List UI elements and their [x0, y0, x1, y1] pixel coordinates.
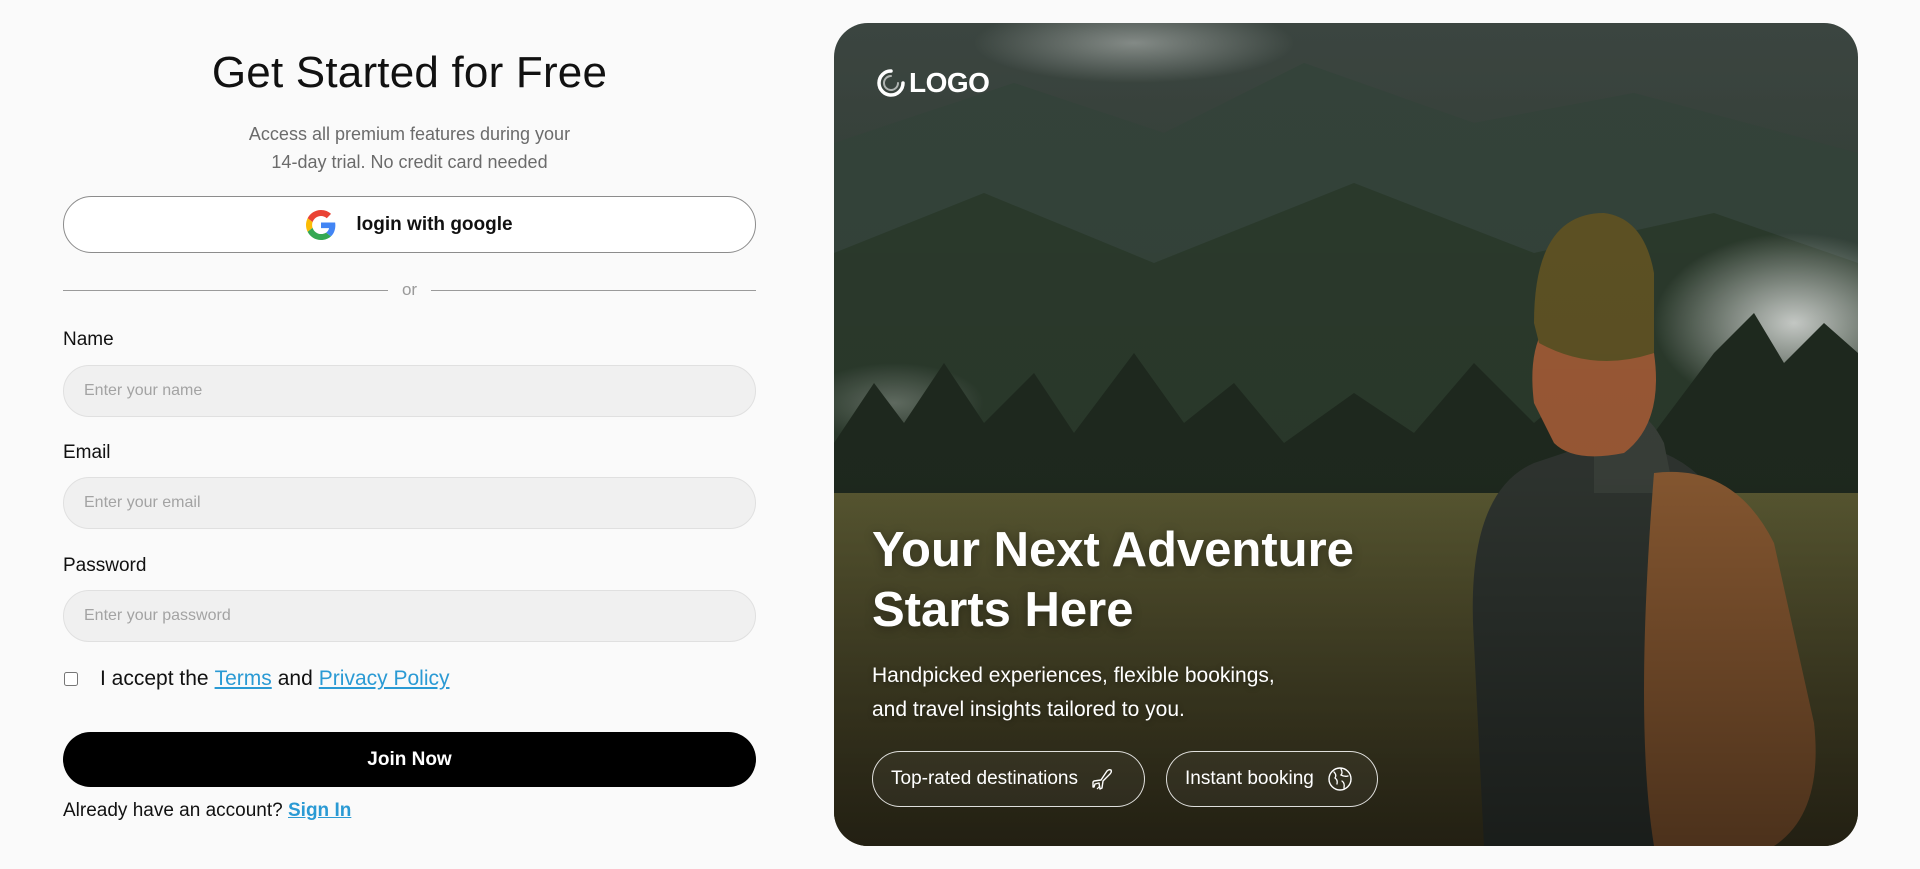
- name-label: Name: [63, 329, 114, 350]
- hero-tagline-line-1: Handpicked experiences, flexible booking…: [872, 664, 1275, 687]
- google-login-button[interactable]: login with google: [63, 196, 756, 253]
- password-label: Password: [63, 555, 147, 576]
- email-label: Email: [63, 442, 111, 463]
- password-input[interactable]: [63, 590, 756, 642]
- hero-headline-line-2: Starts Here: [872, 583, 1134, 637]
- terms-checkbox[interactable]: [64, 672, 78, 686]
- subtitle-line-2: 14-day trial. No credit card needed: [271, 152, 548, 172]
- terms-prefix: I accept the: [100, 667, 209, 690]
- page-title: Get Started for Free: [211, 48, 608, 97]
- email-input[interactable]: [63, 477, 756, 529]
- hero-tagline-line-2: and travel insights tailored to you.: [872, 698, 1185, 721]
- terms-row: I accept the Terms and Privacy Policy: [63, 664, 756, 694]
- signup-form: Get Started for Free Access all premium …: [63, 0, 756, 869]
- google-login-label: login with google: [356, 213, 513, 235]
- hero-headline: Your Next Adventure Starts Here: [872, 520, 1472, 640]
- chip-label: Top-rated destinations: [891, 768, 1078, 789]
- name-input[interactable]: [63, 365, 756, 417]
- chip-label: Instant booking: [1185, 768, 1314, 789]
- brand-logo: LOGO: [876, 67, 990, 99]
- divider-line-right: [431, 289, 756, 291]
- terms-conjunction: and: [277, 667, 313, 690]
- join-now-button[interactable]: Join Now: [63, 732, 756, 787]
- signup-page: Get Started for Free Access all premium …: [0, 0, 1920, 869]
- terms-text: I accept the Terms and Privacy Policy: [100, 667, 450, 691]
- divider-text: or: [401, 280, 418, 299]
- signin-row: Already have an account? Sign In: [63, 800, 351, 822]
- feature-chip-booking: Instant booking: [1166, 751, 1378, 807]
- logo-text: LOGO: [909, 67, 990, 98]
- page-subtitle: Access all premium features during your …: [63, 120, 756, 176]
- sign-in-link[interactable]: Sign In: [288, 800, 351, 821]
- divider-line-left: [63, 289, 388, 291]
- privacy-policy-link[interactable]: Privacy Policy: [319, 667, 450, 690]
- hero-tagline: Handpicked experiences, flexible booking…: [872, 659, 1432, 727]
- globe-icon: [1328, 767, 1352, 791]
- feature-chip-destinations: Top-rated destinations: [872, 751, 1145, 807]
- logo-ring-icon: [877, 69, 905, 97]
- subtitle-line-1: Access all premium features during your: [248, 124, 571, 144]
- signin-prompt: Already have an account?: [63, 800, 283, 821]
- airplane-icon: [1092, 768, 1112, 790]
- or-divider: or: [63, 276, 756, 304]
- terms-link[interactable]: Terms: [215, 667, 272, 690]
- hero-card: LOGO Your Next Adventure Starts Here Han…: [834, 23, 1858, 846]
- hero-headline-line-1: Your Next Adventure: [872, 523, 1354, 577]
- google-icon: [306, 209, 336, 240]
